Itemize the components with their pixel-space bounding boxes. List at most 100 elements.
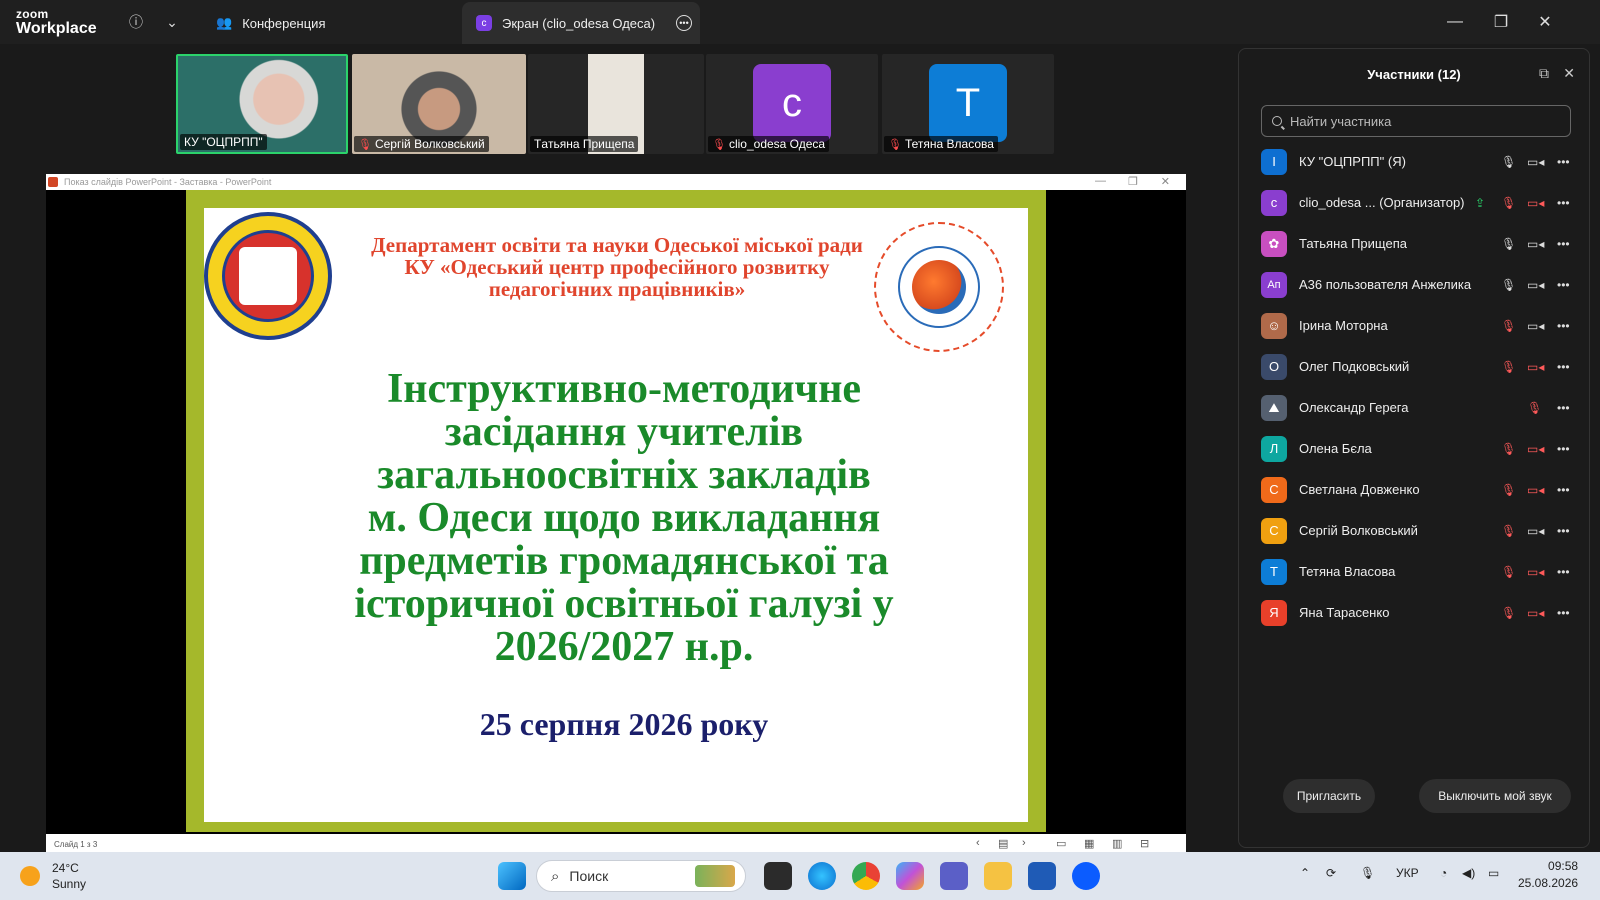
mic-off-icon[interactable]: 🎙 [1501, 565, 1516, 579]
wifi-icon[interactable]: ◔ [1440, 866, 1447, 880]
mic-off-icon[interactable]: 🎙 [1501, 196, 1516, 210]
mic-off-icon[interactable]: 🎙 [1527, 401, 1542, 415]
participant-row[interactable]: Л Олена Бєла 🎙 ▭◂ ••• [1239, 428, 1589, 469]
video-tile-3[interactable]: c 🎙 clio_odesa Одеса [706, 54, 878, 154]
tab-meeting[interactable]: 👥 Конференция [202, 2, 339, 44]
participant-name: clio_odesa ... (Организатор) [1299, 195, 1465, 210]
prev-slide-icon[interactable]: ‹ [976, 837, 980, 849]
chevron-up-icon[interactable]: ⌃ [1300, 866, 1310, 880]
more-options-icon[interactable]: ••• [1557, 155, 1570, 169]
mic-off-icon[interactable]: 🎙 [1501, 524, 1516, 538]
camera-off-icon[interactable]: ▭◂ [1527, 565, 1544, 579]
participant-row[interactable]: І КУ "ОЦПРПП" (Я) 🎙 ▭◂ ••• [1239, 141, 1589, 182]
pp-restore-icon[interactable]: ❐ [1128, 175, 1138, 188]
volume-icon[interactable]: ◀) [1462, 866, 1475, 880]
shared-screen[interactable]: Показ слайдів PowerPoint - Заставка - Po… [46, 174, 1186, 854]
powerpoint-icon [48, 177, 58, 187]
more-options-icon[interactable]: ••• [1557, 524, 1570, 538]
participant-row[interactable]: ☺ Ірина Моторна 🎙 ▭◂ ••• [1239, 305, 1589, 346]
video-tile-0[interactable]: КУ "ОЦПРПП" [176, 54, 348, 154]
close-panel-icon[interactable]: ✕ [1563, 65, 1575, 82]
battery-icon[interactable]: ▭ [1488, 866, 1499, 880]
participant-row[interactable]: Я Яна Тарасенко 🎙 ▭◂ ••• [1239, 592, 1589, 633]
microphone-icon[interactable]: 🎙 [1360, 866, 1375, 880]
more-options-icon[interactable]: ••• [1557, 319, 1570, 333]
camera-icon[interactable]: ▭◂ [1527, 278, 1544, 292]
video-tile-2[interactable]: Тaтьяна Прищепа [528, 54, 704, 154]
camera-off-icon[interactable]: ▭◂ [1527, 360, 1544, 374]
more-options-icon[interactable]: ••• [1557, 237, 1570, 251]
zoom-icon[interactable] [1072, 862, 1100, 890]
more-options-icon[interactable]: ••• [1557, 278, 1570, 292]
mute-me-button[interactable]: Выключить мой звук [1419, 779, 1571, 813]
normal-view-icon[interactable]: ▭ [1056, 837, 1066, 850]
camera-icon[interactable]: ▭◂ [1527, 524, 1544, 538]
language-indicator[interactable]: УКР [1396, 866, 1419, 880]
invite-button[interactable]: Пригласить [1283, 779, 1375, 813]
slide-menu-icon[interactable]: ▤ [998, 837, 1008, 850]
chevron-down-icon[interactable]: ⌄ [160, 10, 184, 34]
word-icon[interactable] [1028, 862, 1056, 890]
participant-row[interactable]: С Светлана Довженко 🎙 ▭◂ ••• [1239, 469, 1589, 510]
chrome-icon[interactable] [852, 862, 880, 890]
camera-icon[interactable]: ▭◂ [1527, 155, 1544, 169]
mic-icon[interactable]: 🎙 [1501, 155, 1516, 169]
camera-off-icon[interactable]: ▭◂ [1527, 196, 1544, 210]
video-tile-4[interactable]: T 🎙 Тетяна Власова [882, 54, 1054, 154]
camera-off-icon[interactable]: ▭◂ [1527, 442, 1544, 456]
mic-off-icon[interactable]: 🎙 [1501, 483, 1516, 497]
search-label: Поиск [569, 868, 609, 884]
clock[interactable]: 09:58 25.08.2026 [1518, 858, 1578, 892]
minimize-icon[interactable]: — [1440, 8, 1470, 36]
participant-row[interactable]: Ап А36 пользователя Анжелика 🎙 ▭◂ ••• [1239, 264, 1589, 305]
sorter-view-icon[interactable]: ▦ [1084, 837, 1094, 850]
camera-off-icon[interactable]: ▭◂ [1527, 483, 1544, 497]
participant-row[interactable]: c clio_odesa ... (Организатор) ⇪ 🎙 ▭◂ ••… [1239, 182, 1589, 223]
more-icon[interactable]: ••• [676, 15, 692, 31]
avatar: c [1261, 189, 1287, 216]
info-icon[interactable]: ⓘ [124, 10, 148, 34]
participant-name: А36 пользователя Анжелика [1299, 277, 1472, 292]
pp-minimize-icon[interactable]: — [1095, 175, 1106, 187]
participant-row[interactable]: Т Тетяна Власова 🎙 ▭◂ ••• [1239, 551, 1589, 592]
more-options-icon[interactable]: ••• [1557, 483, 1570, 497]
participant-row[interactable]: ✿ Татьяна Прищепа 🎙 ▭◂ ••• [1239, 223, 1589, 264]
mic-icon[interactable]: 🎙 [1501, 237, 1516, 251]
slideshow-view-icon[interactable]: ⊟ [1140, 837, 1149, 850]
reading-view-icon[interactable]: ▥ [1112, 837, 1122, 850]
file-explorer-icon[interactable] [984, 862, 1012, 890]
copilot-icon[interactable] [896, 862, 924, 890]
participant-row[interactable]: ⛰ Олександр Герега 🎙 ••• [1239, 387, 1589, 428]
sync-icon[interactable]: ⟳ [1326, 866, 1336, 880]
pp-close-icon[interactable]: ✕ [1161, 175, 1170, 188]
mic-off-icon[interactable]: 🎙 [1501, 360, 1516, 374]
close-icon[interactable]: ✕ [1530, 8, 1560, 36]
video-tile-1[interactable]: 🎙 Сергій Волковський [352, 54, 526, 154]
participant-row[interactable]: С Сергій Волковський 🎙 ▭◂ ••• [1239, 510, 1589, 551]
more-options-icon[interactable]: ••• [1557, 196, 1570, 210]
taskbar-search[interactable]: ⌕ Поиск [536, 860, 746, 892]
next-slide-icon[interactable]: › [1022, 837, 1026, 849]
task-view-icon[interactable] [764, 862, 792, 890]
mic-off-icon[interactable]: 🎙 [1501, 319, 1516, 333]
more-options-icon[interactable]: ••• [1557, 606, 1570, 620]
popout-icon[interactable]: ⧉ [1539, 65, 1549, 82]
teams-icon[interactable] [940, 862, 968, 890]
participant-row[interactable]: О Олег Подковський 🎙 ▭◂ ••• [1239, 346, 1589, 387]
participant-search-input[interactable]: Найти участника [1261, 105, 1571, 137]
start-icon[interactable] [498, 862, 526, 890]
tab-screen-share[interactable]: c Экран (clio_odesa Одеса) ••• [462, 2, 700, 44]
camera-icon[interactable]: ▭◂ [1527, 237, 1544, 251]
restore-icon[interactable]: ❐ [1486, 8, 1516, 36]
mic-off-icon[interactable]: 🎙 [1501, 442, 1516, 456]
weather-widget[interactable]: 24°C Sunny [20, 860, 86, 892]
camera-icon[interactable]: ▭◂ [1527, 319, 1544, 333]
more-options-icon[interactable]: ••• [1557, 360, 1570, 374]
mic-icon[interactable]: 🎙 [1501, 278, 1516, 292]
more-options-icon[interactable]: ••• [1557, 565, 1570, 579]
more-options-icon[interactable]: ••• [1557, 442, 1570, 456]
mic-off-icon[interactable]: 🎙 [1501, 606, 1516, 620]
edge-icon[interactable] [808, 862, 836, 890]
camera-off-icon[interactable]: ▭◂ [1527, 606, 1544, 620]
more-options-icon[interactable]: ••• [1557, 401, 1570, 415]
